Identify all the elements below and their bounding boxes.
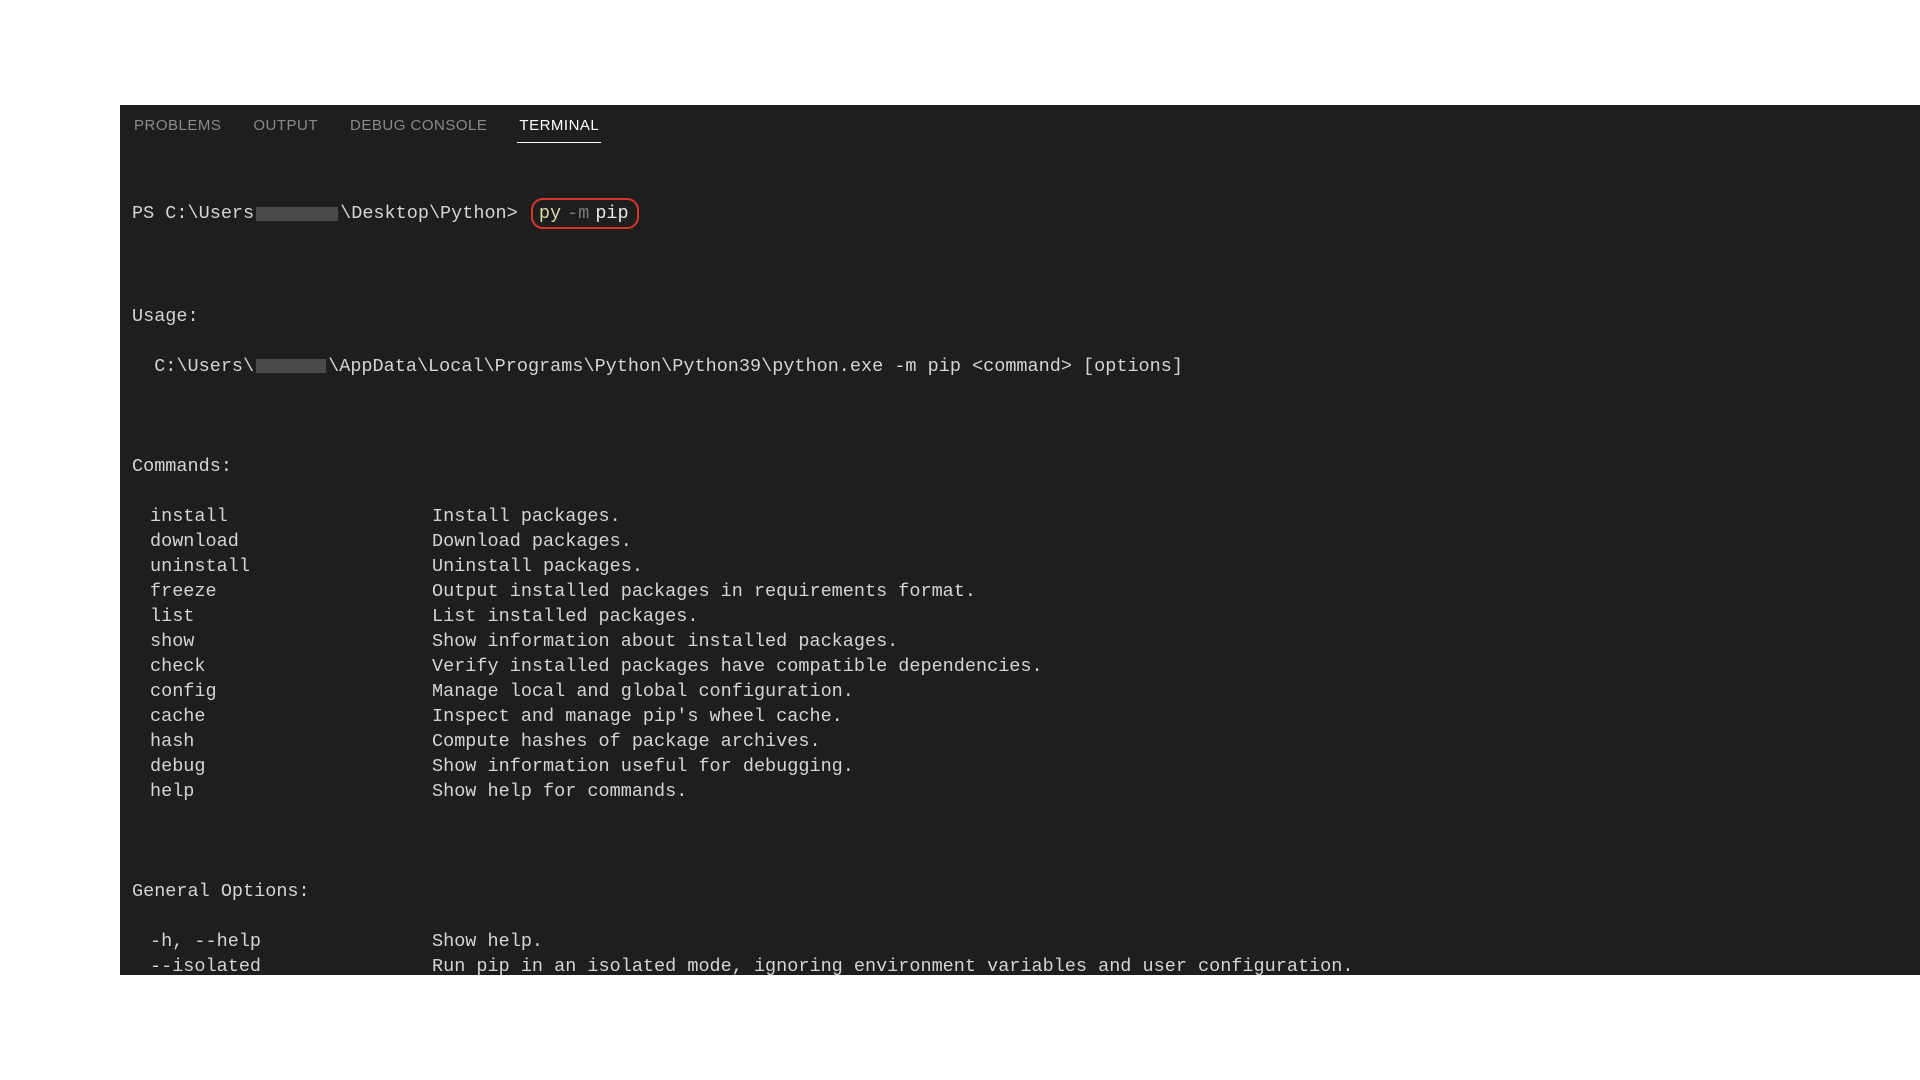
tab-output[interactable]: OUTPUT	[251, 107, 320, 143]
command-desc: Show information useful for debugging.	[432, 754, 854, 779]
command-name: install	[132, 504, 432, 529]
command-name: list	[132, 604, 432, 629]
cmd-py: py	[539, 201, 561, 226]
panel-tabs: PROBLEMS OUTPUT DEBUG CONSOLE TERMINAL	[120, 105, 1920, 145]
commands-label: Commands:	[132, 454, 1908, 479]
command-desc: Verify installed packages have compatibl…	[432, 654, 1043, 679]
command-name: freeze	[132, 579, 432, 604]
tab-debug-console[interactable]: DEBUG CONSOLE	[348, 107, 489, 143]
command-name: debug	[132, 754, 432, 779]
command-desc: Output installed packages in requirement…	[432, 579, 976, 604]
command-desc: Install packages.	[432, 504, 621, 529]
command-row: debugShow information useful for debuggi…	[132, 754, 1908, 779]
prompt-prefix: PS C:\Users	[132, 201, 254, 226]
prompt-path: \Desktop\Python>	[340, 201, 518, 226]
command-row: downloadDownload packages.	[132, 529, 1908, 554]
command-name: hash	[132, 729, 432, 754]
tab-problems[interactable]: PROBLEMS	[132, 107, 223, 143]
command-name: show	[132, 629, 432, 654]
command-highlight: py-mpip	[531, 198, 639, 229]
terminal-panel: PROBLEMS OUTPUT DEBUG CONSOLE TERMINAL P…	[120, 105, 1920, 975]
command-desc: Inspect and manage pip's wheel cache.	[432, 704, 843, 729]
command-row: hashCompute hashes of package archives.	[132, 729, 1908, 754]
command-desc: Manage local and global configuration.	[432, 679, 854, 704]
usage-pre: C:\Users\	[132, 356, 254, 377]
command-row: uninstallUninstall packages.	[132, 554, 1908, 579]
command-row: showShow information about installed pac…	[132, 629, 1908, 654]
command-row: listList installed packages.	[132, 604, 1908, 629]
cmd-pip: pip	[595, 201, 628, 226]
command-row: helpShow help for commands.	[132, 779, 1908, 804]
option-flag: --isolated	[132, 954, 432, 975]
command-row: checkVerify installed packages have comp…	[132, 654, 1908, 679]
option-desc: Run pip in an isolated mode, ignoring en…	[432, 954, 1353, 975]
options-label: General Options:	[132, 879, 1908, 904]
command-name: help	[132, 779, 432, 804]
option-row: --isolatedRun pip in an isolated mode, i…	[132, 954, 1908, 975]
command-desc: List installed packages.	[432, 604, 698, 629]
command-row: cacheInspect and manage pip's wheel cach…	[132, 704, 1908, 729]
blank-line	[132, 404, 1908, 429]
command-desc: Compute hashes of package archives.	[432, 729, 821, 754]
cmd-arg: -m	[567, 201, 589, 226]
redacted-username	[256, 207, 338, 221]
command-desc: Uninstall packages.	[432, 554, 643, 579]
command-name: uninstall	[132, 554, 432, 579]
command-name: check	[132, 654, 432, 679]
usage-post: \AppData\Local\Programs\Python\Python39\…	[328, 356, 1183, 377]
command-row: freezeOutput installed packages in requi…	[132, 579, 1908, 604]
tab-terminal[interactable]: TERMINAL	[517, 107, 601, 143]
usage-label: Usage:	[132, 304, 1908, 329]
option-desc: Show help.	[432, 929, 543, 954]
option-flag: -h, --help	[132, 929, 432, 954]
prompt-line: PS C:\Users \Desktop\Python> py-mpip	[132, 198, 1908, 229]
command-row: configManage local and global configurat…	[132, 679, 1908, 704]
command-name: download	[132, 529, 432, 554]
command-name: cache	[132, 704, 432, 729]
command-desc: Show information about installed package…	[432, 629, 898, 654]
command-desc: Show help for commands.	[432, 779, 687, 804]
command-row: installInstall packages.	[132, 504, 1908, 529]
blank-line	[132, 254, 1908, 279]
blank-line	[132, 829, 1908, 854]
redacted-username-2	[256, 359, 326, 373]
terminal-output[interactable]: PS C:\Users \Desktop\Python> py-mpip Usag…	[120, 145, 1920, 975]
command-desc: Download packages.	[432, 529, 632, 554]
usage-line: C:\Users\ \AppData\Local\Programs\Python\…	[132, 354, 1908, 379]
command-name: config	[132, 679, 432, 704]
option-row: -h, --helpShow help.	[132, 929, 1908, 954]
